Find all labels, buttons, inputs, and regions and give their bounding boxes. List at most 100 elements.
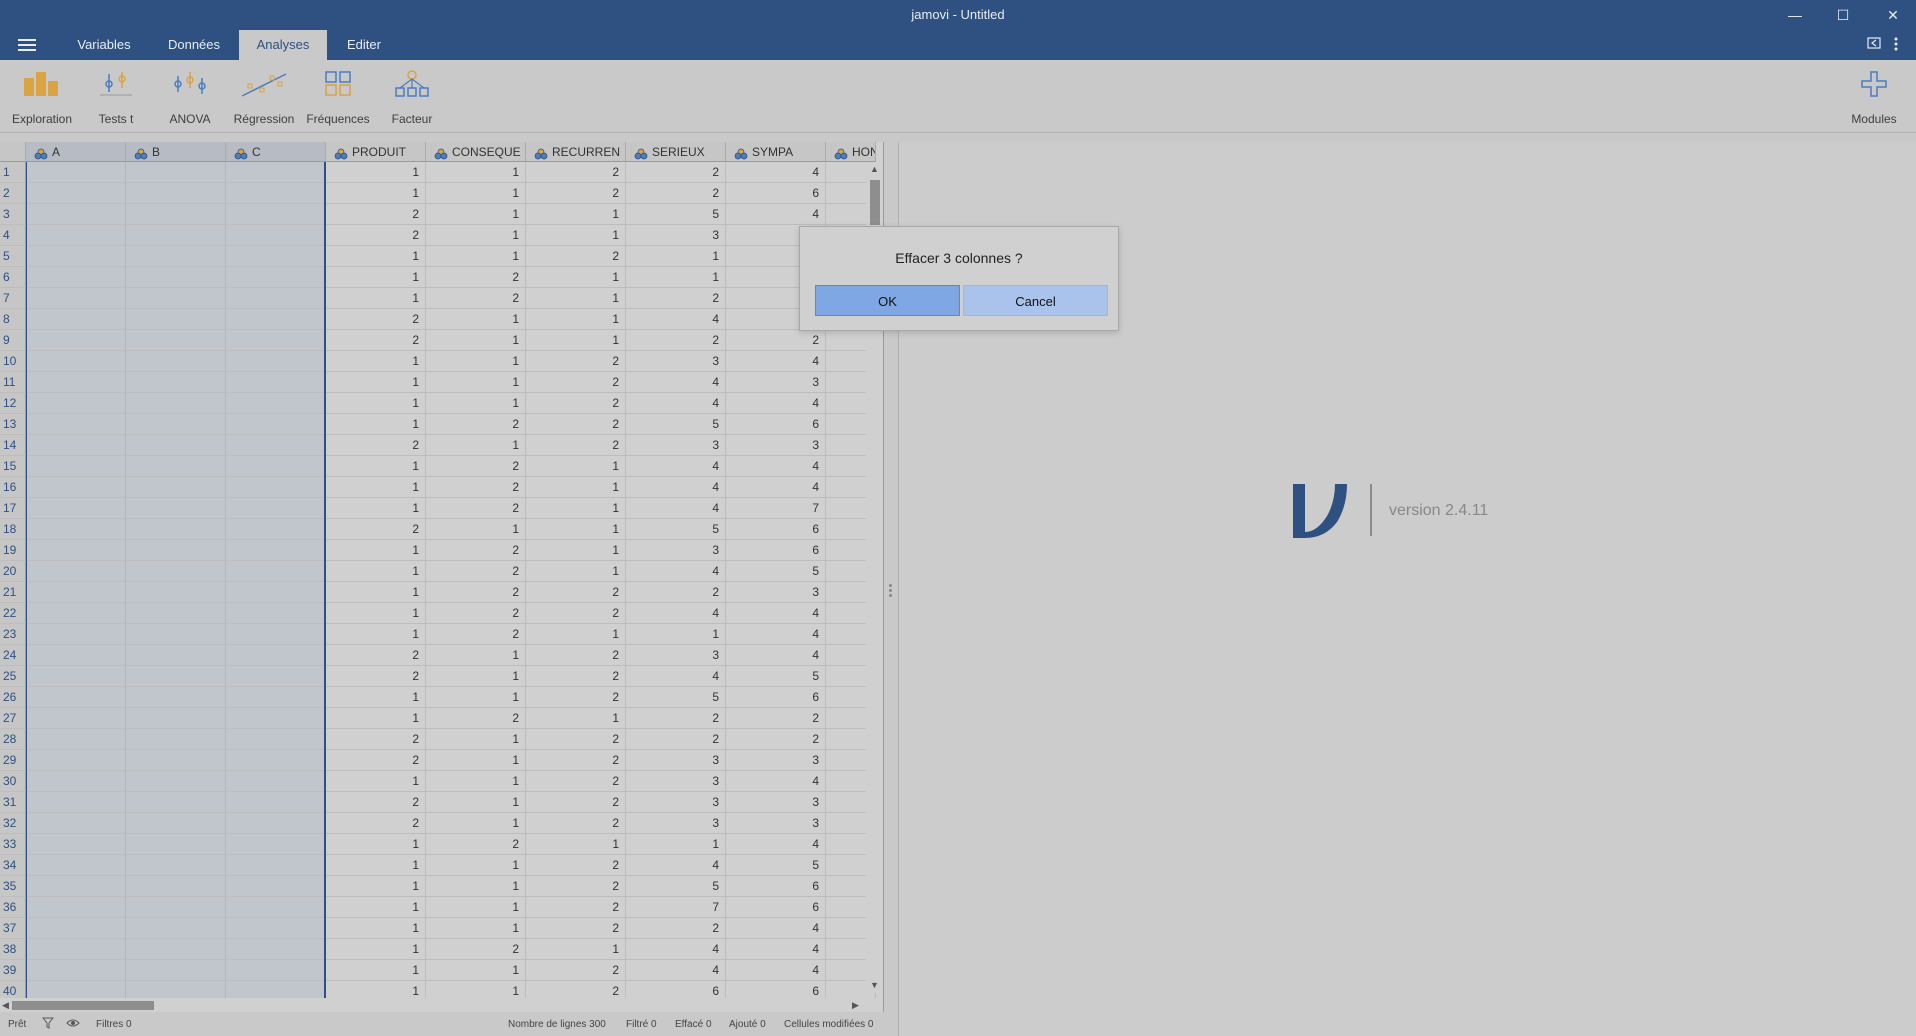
table-cell[interactable]: [26, 645, 126, 666]
table-cell[interactable]: [126, 288, 226, 309]
table-cell[interactable]: 3: [626, 225, 726, 246]
row-number[interactable]: 18: [0, 519, 26, 540]
table-cell[interactable]: 1: [526, 519, 626, 540]
table-cell[interactable]: [126, 351, 226, 372]
row-number[interactable]: 5: [0, 246, 26, 267]
table-cell[interactable]: [126, 582, 226, 603]
table-cell[interactable]: 2: [526, 687, 626, 708]
table-cell[interactable]: 4: [626, 960, 726, 981]
table-cell[interactable]: 1: [426, 351, 526, 372]
table-cell[interactable]: [126, 750, 226, 771]
table-cell[interactable]: 1: [426, 162, 526, 183]
table-cell[interactable]: 1: [326, 456, 426, 477]
table-cell[interactable]: 3: [726, 750, 826, 771]
table-cell[interactable]: [226, 729, 326, 750]
table-cell[interactable]: [126, 960, 226, 981]
table-cell[interactable]: 7: [626, 897, 726, 918]
table-cell[interactable]: [226, 855, 326, 876]
table-cell[interactable]: 2: [426, 477, 526, 498]
column-header[interactable]: HONN: [826, 142, 876, 162]
table-cell[interactable]: 1: [426, 897, 526, 918]
table-cell[interactable]: [26, 351, 126, 372]
row-number[interactable]: 16: [0, 477, 26, 498]
table-cell[interactable]: [226, 666, 326, 687]
table-cell[interactable]: [26, 729, 126, 750]
row-number[interactable]: 36: [0, 897, 26, 918]
table-cell[interactable]: [126, 876, 226, 897]
table-cell[interactable]: [126, 729, 226, 750]
table-cell[interactable]: 1: [426, 204, 526, 225]
table-cell[interactable]: 4: [726, 834, 826, 855]
table-cell[interactable]: [226, 540, 326, 561]
row-number[interactable]: 32: [0, 813, 26, 834]
table-cell[interactable]: [26, 582, 126, 603]
table-cell[interactable]: 2: [426, 414, 526, 435]
table-cell[interactable]: [26, 372, 126, 393]
table-cell[interactable]: 4: [626, 561, 726, 582]
table-cell[interactable]: [226, 204, 326, 225]
table-cell[interactable]: [26, 309, 126, 330]
scroll-up-icon[interactable]: ▲: [870, 164, 879, 174]
table-cell[interactable]: [126, 540, 226, 561]
table-cell[interactable]: 2: [526, 918, 626, 939]
table-cell[interactable]: [26, 834, 126, 855]
table-cell[interactable]: 2: [626, 162, 726, 183]
table-cell[interactable]: [26, 330, 126, 351]
table-cell[interactable]: 5: [626, 876, 726, 897]
table-cell[interactable]: 1: [426, 855, 526, 876]
table-cell[interactable]: [226, 960, 326, 981]
row-number[interactable]: 31: [0, 792, 26, 813]
table-cell[interactable]: 2: [326, 204, 426, 225]
table-cell[interactable]: 4: [626, 603, 726, 624]
minimize-button[interactable]: —: [1772, 3, 1818, 27]
table-cell[interactable]: 4: [726, 960, 826, 981]
row-number[interactable]: 26: [0, 687, 26, 708]
table-cell[interactable]: 1: [326, 918, 426, 939]
table-cell[interactable]: 2: [526, 729, 626, 750]
table-cell[interactable]: 1: [426, 519, 526, 540]
table-cell[interactable]: 3: [726, 372, 826, 393]
table-cell[interactable]: 1: [526, 498, 626, 519]
table-cell[interactable]: 3: [726, 813, 826, 834]
table-cell[interactable]: 1: [526, 309, 626, 330]
table-cell[interactable]: 2: [726, 330, 826, 351]
table-cell[interactable]: [226, 225, 326, 246]
table-cell[interactable]: [26, 477, 126, 498]
table-cell[interactable]: 2: [626, 729, 726, 750]
table-cell[interactable]: 2: [426, 267, 526, 288]
table-cell[interactable]: [126, 456, 226, 477]
table-cell[interactable]: [226, 897, 326, 918]
table-cell[interactable]: [226, 351, 326, 372]
row-number[interactable]: 7: [0, 288, 26, 309]
column-header[interactable]: B: [126, 142, 226, 162]
row-number[interactable]: 23: [0, 624, 26, 645]
row-number[interactable]: 20: [0, 561, 26, 582]
table-cell[interactable]: [226, 792, 326, 813]
table-cell[interactable]: [26, 414, 126, 435]
table-cell[interactable]: [226, 183, 326, 204]
table-cell[interactable]: [126, 267, 226, 288]
row-number[interactable]: 10: [0, 351, 26, 372]
table-cell[interactable]: [226, 582, 326, 603]
table-cell[interactable]: 1: [626, 267, 726, 288]
tab-variables[interactable]: Variables: [63, 30, 145, 60]
table-cell[interactable]: 2: [526, 582, 626, 603]
table-cell[interactable]: [126, 771, 226, 792]
table-cell[interactable]: [226, 330, 326, 351]
table-cell[interactable]: 1: [326, 372, 426, 393]
table-cell[interactable]: [26, 162, 126, 183]
table-cell[interactable]: 4: [726, 477, 826, 498]
column-header[interactable]: SERIEUX: [626, 142, 726, 162]
row-number[interactable]: 27: [0, 708, 26, 729]
table-cell[interactable]: 5: [626, 204, 726, 225]
table-cell[interactable]: 2: [326, 519, 426, 540]
table-cell[interactable]: [126, 624, 226, 645]
table-cell[interactable]: 4: [626, 309, 726, 330]
eye-icon[interactable]: [66, 1017, 80, 1032]
row-number[interactable]: 39: [0, 960, 26, 981]
table-cell[interactable]: 1: [426, 435, 526, 456]
facteur-button[interactable]: Facteur: [375, 70, 449, 126]
table-cell[interactable]: [226, 414, 326, 435]
table-cell[interactable]: [226, 561, 326, 582]
table-cell[interactable]: 4: [726, 162, 826, 183]
